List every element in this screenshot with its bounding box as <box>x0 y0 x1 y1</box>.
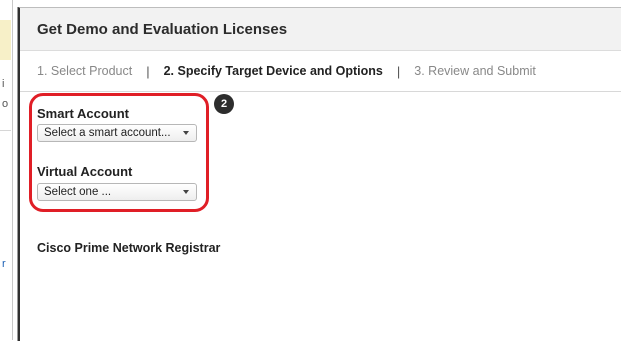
step-select-product[interactable]: 1. Select Product <box>37 64 132 78</box>
license-panel: Get Demo and Evaluation Licenses 1. Sele… <box>18 7 621 341</box>
chevron-down-icon <box>183 190 189 194</box>
background-link-fragment: r <box>2 258 6 270</box>
smart-account-selected-value: Select a smart account... <box>44 127 171 139</box>
virtual-account-label: Virtual Account <box>37 164 133 179</box>
background-divider <box>0 130 11 131</box>
background-text-fragment: i <box>2 78 5 90</box>
step-separator: | <box>146 63 150 79</box>
smart-account-select[interactable]: Select a smart account... <box>37 124 197 142</box>
background-highlight <box>0 20 11 60</box>
product-name: Cisco Prime Network Registrar <box>37 241 221 255</box>
page-title: Get Demo and Evaluation Licenses <box>37 20 288 38</box>
wizard-steps: 1. Select Product | 2. Specify Target De… <box>20 51 621 92</box>
step-specify-target-device: 2. Specify Target Device and Options <box>163 64 383 78</box>
background-text-fragment: o <box>2 98 9 110</box>
smart-account-label: Smart Account <box>37 106 129 121</box>
chevron-down-icon <box>183 131 189 135</box>
panel-header: Get Demo and Evaluation Licenses <box>20 8 621 51</box>
step-separator: | <box>396 63 401 79</box>
virtual-account-select[interactable]: Select one ... <box>37 183 197 201</box>
background-window-edge: i o r <box>0 0 13 340</box>
step-review-submit: 3. Review and Submit <box>414 64 536 78</box>
virtual-account-selected-value: Select one ... <box>44 186 112 198</box>
callout-number-badge: 2 <box>214 94 234 114</box>
